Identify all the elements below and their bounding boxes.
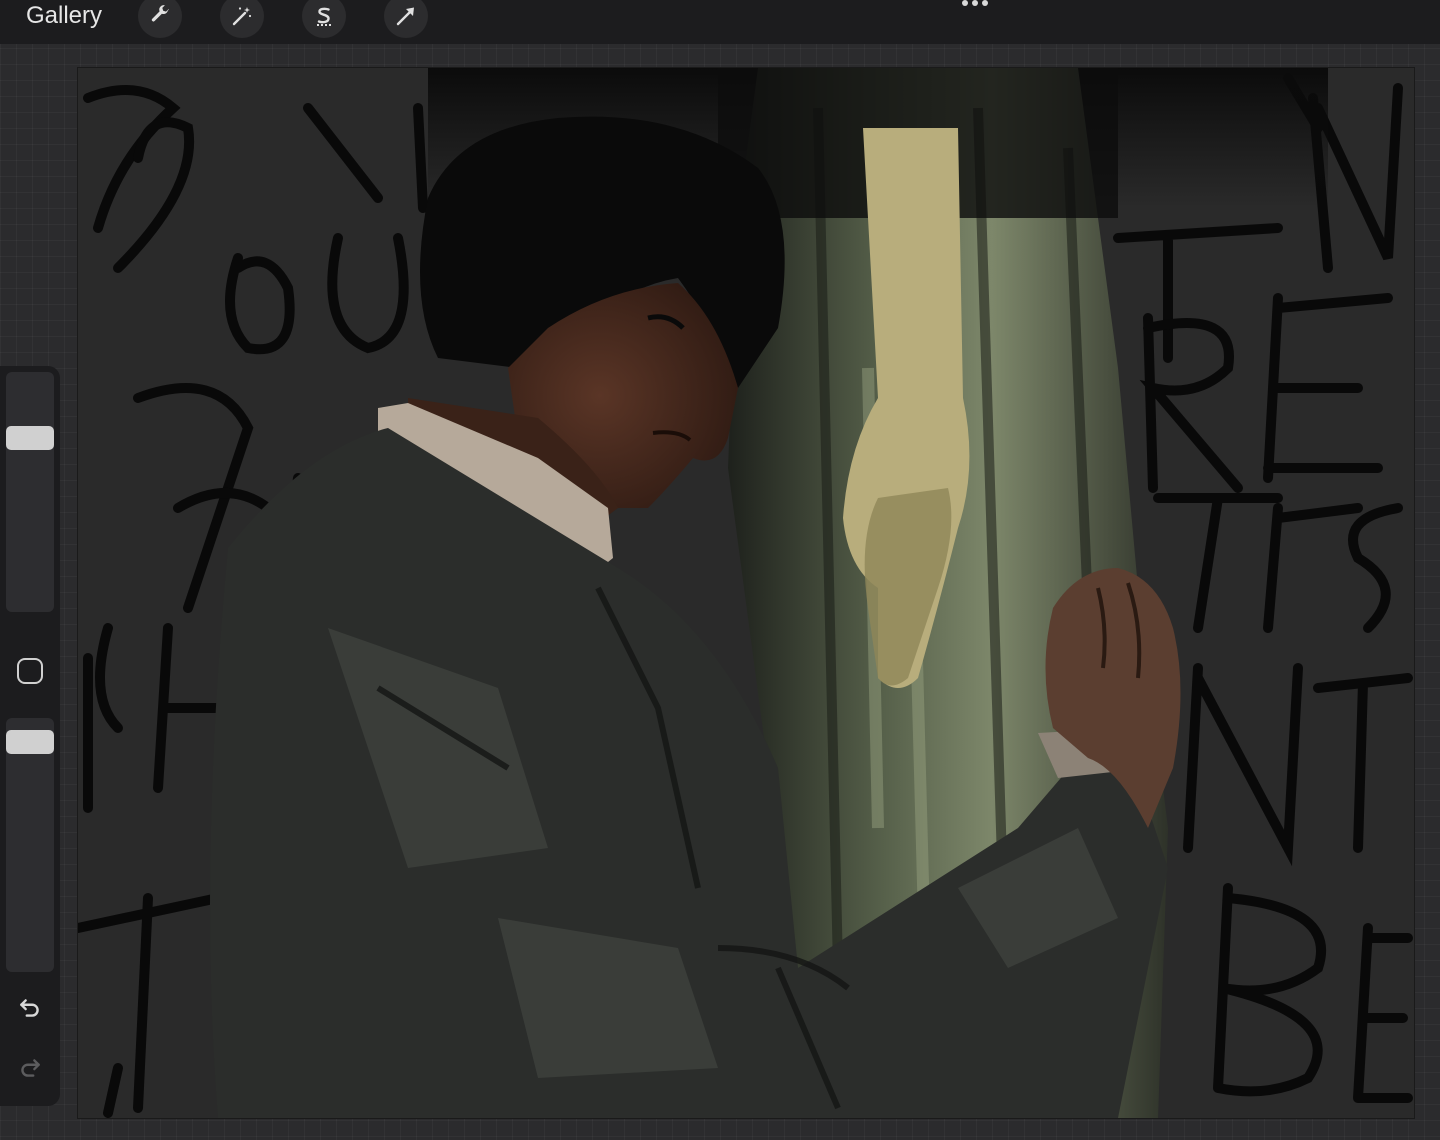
left-sidebar — [0, 366, 60, 1106]
undo-arrow-icon — [20, 999, 39, 1017]
dot — [982, 0, 988, 6]
procreate-app: Gallery — [0, 0, 1440, 1140]
opacity-knob[interactable] — [6, 729, 54, 754]
arrow-cursor-icon — [396, 7, 414, 26]
selection-s-icon — [317, 7, 331, 26]
gallery-button[interactable]: Gallery — [26, 2, 102, 30]
brush-size-knob[interactable] — [6, 426, 54, 450]
opacity-slider[interactable] — [6, 718, 54, 972]
top-toolbar: Gallery — [0, 0, 1440, 44]
drawing-canvas[interactable] — [78, 68, 1414, 1118]
actions-button[interactable] — [138, 0, 182, 38]
selection-button[interactable] — [302, 0, 346, 38]
undo-button[interactable] — [14, 992, 46, 1024]
magic-wand-icon — [232, 7, 252, 26]
wrench-icon — [151, 5, 169, 22]
redo-button[interactable] — [14, 1052, 46, 1084]
adjustments-button[interactable] — [220, 0, 264, 38]
more-dots-icon[interactable] — [958, 0, 992, 8]
square-modify-icon[interactable] — [17, 658, 43, 684]
transform-button[interactable] — [384, 0, 428, 38]
brush-size-slider[interactable] — [6, 372, 54, 612]
artwork — [78, 68, 1414, 1118]
dot — [972, 0, 978, 6]
dot — [962, 0, 968, 6]
redo-arrow-icon — [21, 1059, 40, 1077]
